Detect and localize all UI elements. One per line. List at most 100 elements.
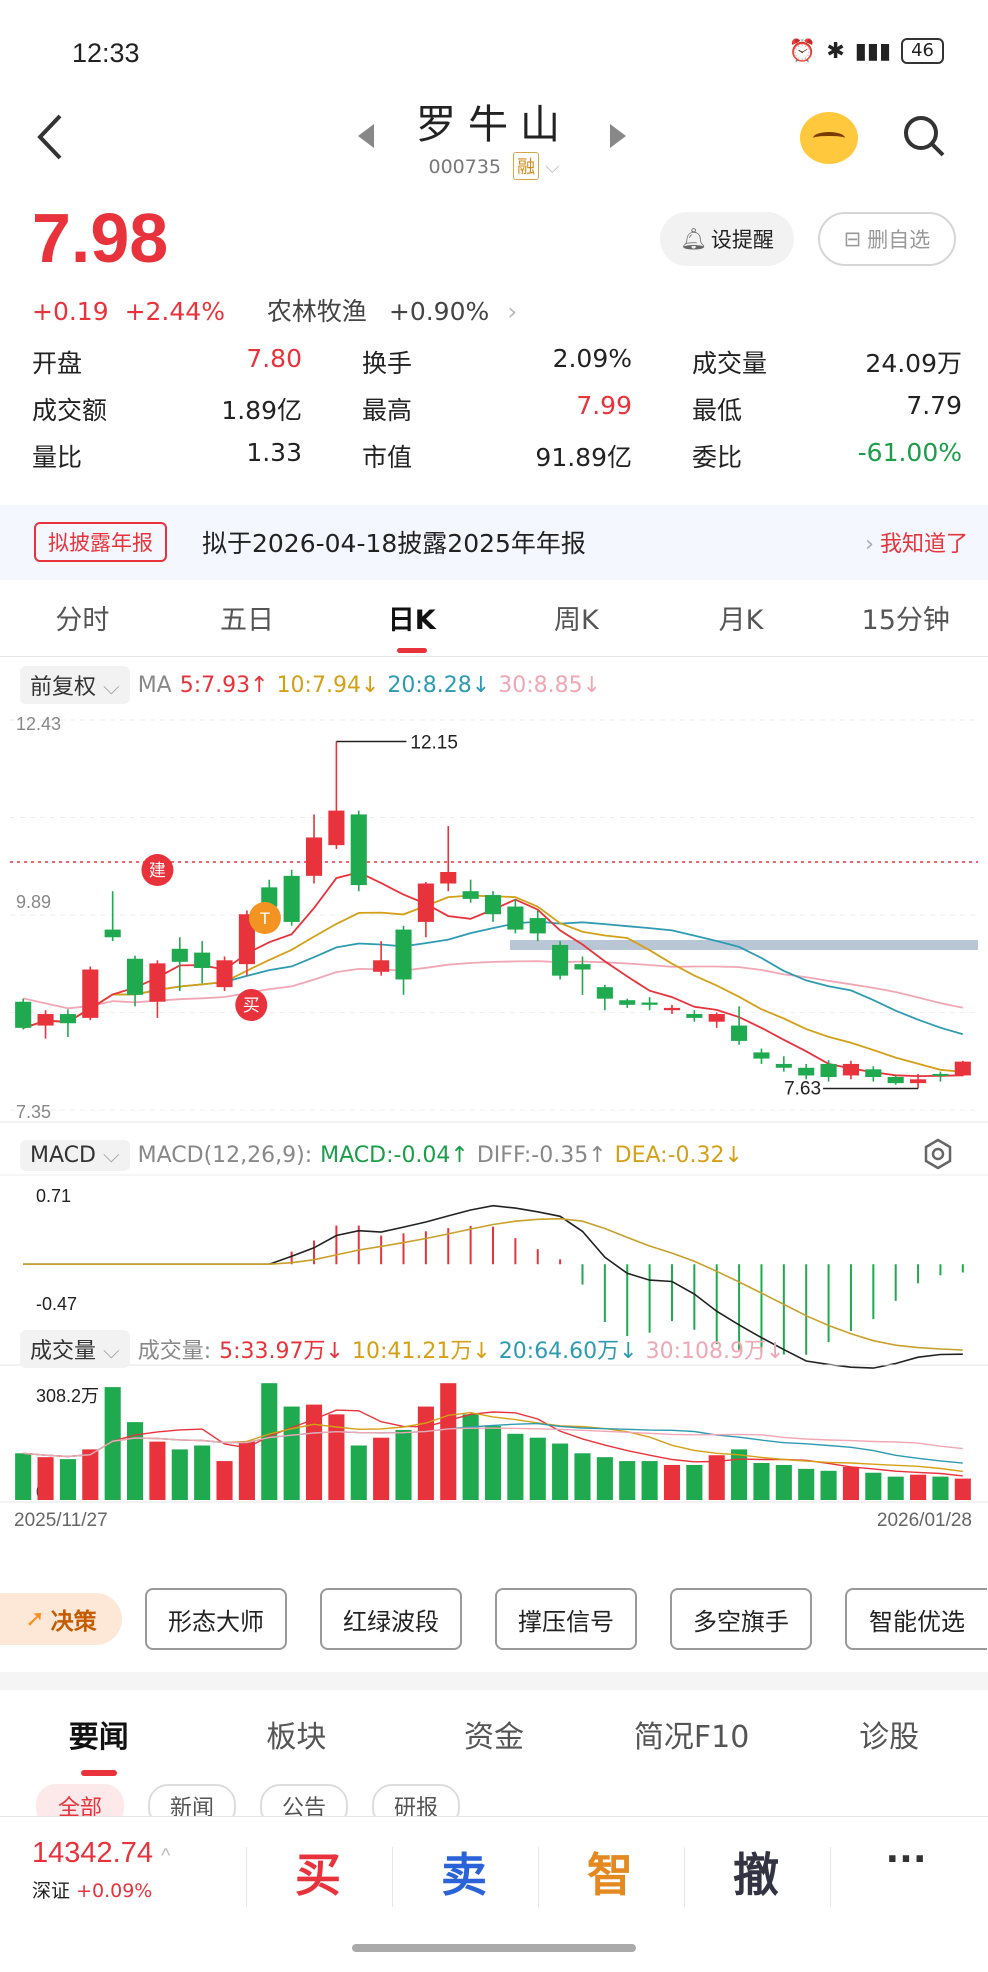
tab-0[interactable]: 分时	[0, 595, 165, 657]
stats-row: 成交额 1.89亿 最高 7.99 最低 7.79	[32, 385, 962, 432]
chevron-down-icon: ⌵	[102, 1143, 120, 1168]
index-value: 14342.74 ^	[32, 1837, 170, 1870]
macd-value: MACD:-0.04↑	[320, 1143, 469, 1168]
volume-bar	[59, 1459, 76, 1500]
tool-button[interactable]: 撑压信号	[495, 1588, 637, 1650]
tab-2[interactable]: 日K	[329, 595, 494, 657]
volume-bar	[686, 1464, 703, 1500]
sell-button[interactable]: 卖	[394, 1839, 534, 1905]
remove-watchlist-label: 删自选	[867, 228, 931, 252]
stat-cell: 市值 91.89亿	[362, 438, 692, 474]
news-filter-chip[interactable]: 研报	[372, 1784, 461, 1816]
stat-value: 2.09%	[552, 343, 632, 373]
index-pct: +0.09%	[76, 1880, 153, 1902]
tab-3[interactable]: 周K	[494, 595, 659, 657]
battery-icon: 46	[901, 38, 944, 64]
tool-button[interactable]: 多空旗手	[670, 1588, 812, 1650]
volume-bar	[261, 1383, 278, 1500]
more-button[interactable]: ···	[836, 1839, 976, 1880]
news-tab[interactable]: 简况F10	[593, 1712, 791, 1776]
home-indicator	[352, 1944, 636, 1952]
chevron-right-icon: ›	[865, 532, 874, 557]
news-tab[interactable]: 资金	[395, 1712, 593, 1776]
news-tab[interactable]: 板块	[198, 1712, 396, 1776]
candle-body	[731, 1025, 748, 1041]
tab-5[interactable]: 15分钟	[823, 595, 988, 657]
stat-label: 开盘	[32, 348, 83, 378]
settings-icon[interactable]	[922, 1138, 954, 1170]
stat-label: 成交额	[32, 395, 108, 425]
stat-label: 市值	[362, 442, 413, 472]
quote-stats: 开盘 7.80 换手 2.09% 成交量 24.09万 成交额 1.89亿 最高 7.99 最低 7.…	[32, 338, 962, 479]
volume-bar	[954, 1478, 971, 1500]
mascot-icon[interactable]	[800, 112, 858, 164]
tool-button[interactable]: 形态大师	[145, 1588, 287, 1650]
y-axis-mid: 9.89	[16, 892, 51, 912]
candle-body	[887, 1076, 904, 1084]
set-alert-label: 设提醒	[710, 228, 774, 252]
volume-bar	[350, 1445, 367, 1500]
volume-bar	[440, 1383, 457, 1500]
candle-body	[708, 1014, 725, 1022]
candle-body	[507, 906, 524, 930]
stat-label: 委比	[692, 442, 743, 472]
volume-bar	[887, 1476, 904, 1500]
buy-button[interactable]: 买	[248, 1839, 388, 1905]
tab-4[interactable]: 月K	[659, 595, 824, 657]
candle-body	[283, 875, 300, 922]
candle-body	[910, 1079, 927, 1084]
sector-link[interactable]: 农林牧渔 +0.90% ›	[267, 297, 517, 326]
divider	[830, 1847, 831, 1907]
volume-selector[interactable]: 成交量 ⌵	[20, 1330, 130, 1368]
candle-body	[82, 969, 99, 1018]
next-stock-icon[interactable]	[610, 124, 626, 148]
ma-label: MA	[137, 672, 172, 698]
volume-bar	[842, 1466, 860, 1500]
news-filter-chip[interactable]: 全部	[36, 1784, 125, 1816]
candle-body	[126, 958, 144, 995]
alarm-icon: ⏰	[788, 38, 817, 64]
volume-bar	[283, 1406, 300, 1500]
candle-body	[596, 987, 613, 999]
decision-badge[interactable]: ➚ 决策	[0, 1593, 122, 1645]
smart-button[interactable]: 智	[540, 1839, 680, 1905]
volume-bar	[15, 1453, 32, 1500]
macd-selector[interactable]: MACD ⌵	[20, 1140, 130, 1171]
stock-code: 000735	[428, 156, 502, 178]
cancel-order-button[interactable]: 撤	[686, 1839, 826, 1905]
stat-label: 成交量	[692, 348, 768, 378]
kline-chart[interactable]: 12.43 9.89 7.35 12.15 7.63 建 T 买 0.71 -0.47 308.2万…	[0, 700, 988, 1530]
sector-name: 农林牧渔	[266, 297, 367, 326]
volume-bar	[663, 1464, 681, 1500]
status-time: 12:33	[72, 38, 140, 68]
notice-dismiss-button[interactable]: › 我知道了	[865, 526, 968, 558]
candle-body	[484, 895, 502, 915]
candle-body	[954, 1061, 971, 1076]
news-tab[interactable]: 诊股	[790, 1712, 988, 1776]
tool-button[interactable]: 智能优选	[845, 1588, 987, 1650]
price-change-pct: +2.44%	[124, 297, 225, 326]
adjust-selector[interactable]: 前复权 ⌵	[20, 666, 130, 704]
candle-body	[686, 1014, 703, 1018]
news-tab[interactable]: 要闻	[0, 1712, 198, 1776]
news-tabs: 要闻 板块 资金 简况F10 诊股	[0, 1712, 988, 1776]
candle-body	[171, 948, 188, 962]
search-icon[interactable]	[902, 114, 946, 158]
remove-watchlist-button[interactable]: ⊟ 删自选	[818, 212, 956, 266]
tool-button[interactable]: 红绿波段	[320, 1588, 462, 1650]
index-name: 深证	[32, 1880, 71, 1902]
divider	[246, 1847, 247, 1907]
volume-bar	[641, 1461, 658, 1500]
stat-cell: 换手 2.09%	[362, 344, 692, 380]
set-alert-button[interactable]: 🔔︎ 设提醒	[660, 212, 794, 266]
news-filter-chip[interactable]: 公告	[260, 1784, 349, 1816]
stat-cell: 成交量 24.09万	[692, 344, 962, 380]
tab-1[interactable]: 五日	[165, 595, 330, 657]
candle-body	[373, 960, 390, 972]
chevron-down-icon[interactable]: ⌵	[545, 156, 559, 178]
chevron-down-icon: ⌵	[103, 675, 120, 700]
index-quote[interactable]: 14342.74 ^ 深证 +0.09%	[32, 1837, 170, 1903]
ma5-value: 5:7.93↑	[179, 672, 269, 698]
candle-body	[440, 872, 457, 884]
news-filter-chip[interactable]: 新闻	[148, 1784, 237, 1816]
